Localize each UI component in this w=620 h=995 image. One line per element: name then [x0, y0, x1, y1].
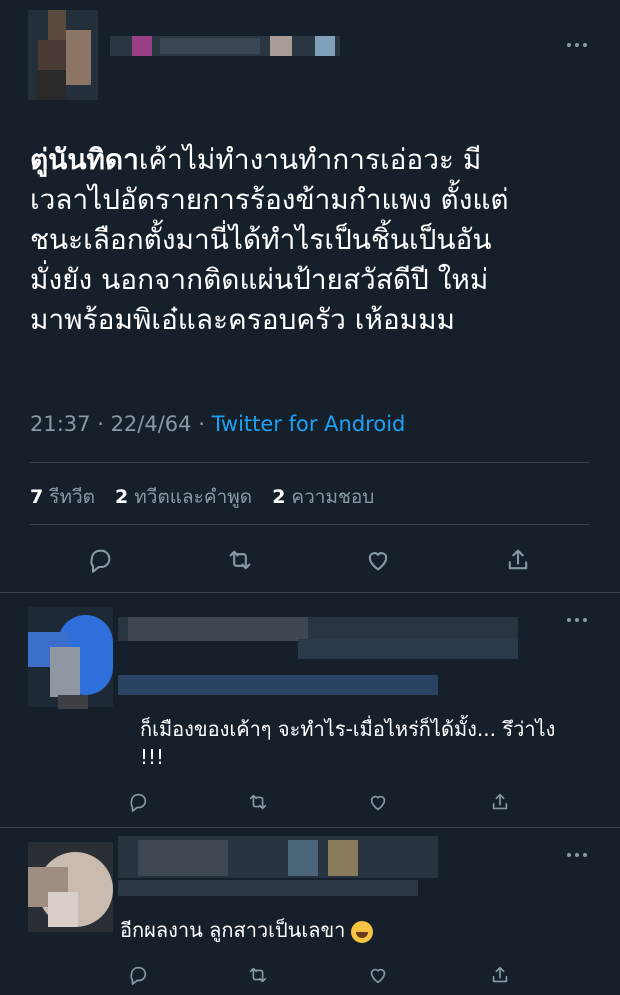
reply-tweet: ก็เมืองของเค้าๆ จะทำไร-เมื่อไหร่ก็ได้มั้…: [0, 593, 620, 825]
quotes-stat[interactable]: 2 ทวีตและคำพูด: [115, 486, 252, 508]
avatar[interactable]: [28, 842, 113, 932]
heart-icon[interactable]: [358, 540, 398, 580]
retweet-icon[interactable]: [220, 540, 260, 580]
reply-icon[interactable]: [80, 540, 120, 580]
divider: [30, 524, 590, 525]
retweet-icon[interactable]: [238, 782, 278, 822]
reply-icon[interactable]: [118, 955, 158, 995]
more-icon[interactable]: [562, 848, 592, 862]
share-icon[interactable]: [498, 540, 538, 580]
reply-tweet: อีกผลงาน ลูกสาวเป็นเลขา: [0, 828, 620, 995]
mention[interactable]: ตู่นันทิดา: [30, 143, 139, 176]
share-icon[interactable]: [480, 955, 520, 995]
tweet-time: 21:37: [30, 412, 91, 436]
retweet-icon[interactable]: [238, 955, 278, 995]
divider: [30, 462, 590, 463]
more-icon[interactable]: [562, 38, 592, 52]
author-name[interactable]: [118, 836, 438, 898]
tweet-stats: 7 รีทวีต 2 ทวีตและคำพูด 2 ความชอบ: [30, 482, 388, 512]
more-icon[interactable]: [562, 613, 592, 627]
main-tweet: ตู่นันทิดาเค้าไม่ทำงานทำการเอ่อวะ มี เวล…: [0, 0, 620, 590]
heart-icon[interactable]: [358, 782, 398, 822]
avatar[interactable]: [28, 10, 98, 100]
avatar[interactable]: [28, 607, 113, 709]
tweet-date: 22/4/64: [110, 412, 192, 436]
reply-text: ก็เมืองของเค้าๆ จะทำไร-เมื่อไหร่ก็ได้มั้…: [140, 717, 556, 769]
author-name[interactable]: [118, 617, 518, 697]
likes-stat[interactable]: 2 ความชอบ: [272, 486, 374, 508]
reply-text: อีกผลงาน ลูกสาวเป็นเลขา: [120, 916, 590, 944]
rolling-on-floor-laughing-emoji: [351, 920, 374, 943]
author-name[interactable]: [110, 36, 340, 56]
tweet-text: ตู่นันทิดาเค้าไม่ทำงานทำการเอ่อวะ มี เวล…: [30, 143, 509, 336]
tweet-meta: 21:37 · 22/4/64 · Twitter for Android: [30, 412, 406, 436]
share-icon[interactable]: [480, 782, 520, 822]
retweets-stat[interactable]: 7 รีทวีต: [30, 486, 95, 508]
reply-icon[interactable]: [118, 782, 158, 822]
heart-icon[interactable]: [358, 955, 398, 995]
tweet-source[interactable]: Twitter for Android: [212, 412, 406, 436]
